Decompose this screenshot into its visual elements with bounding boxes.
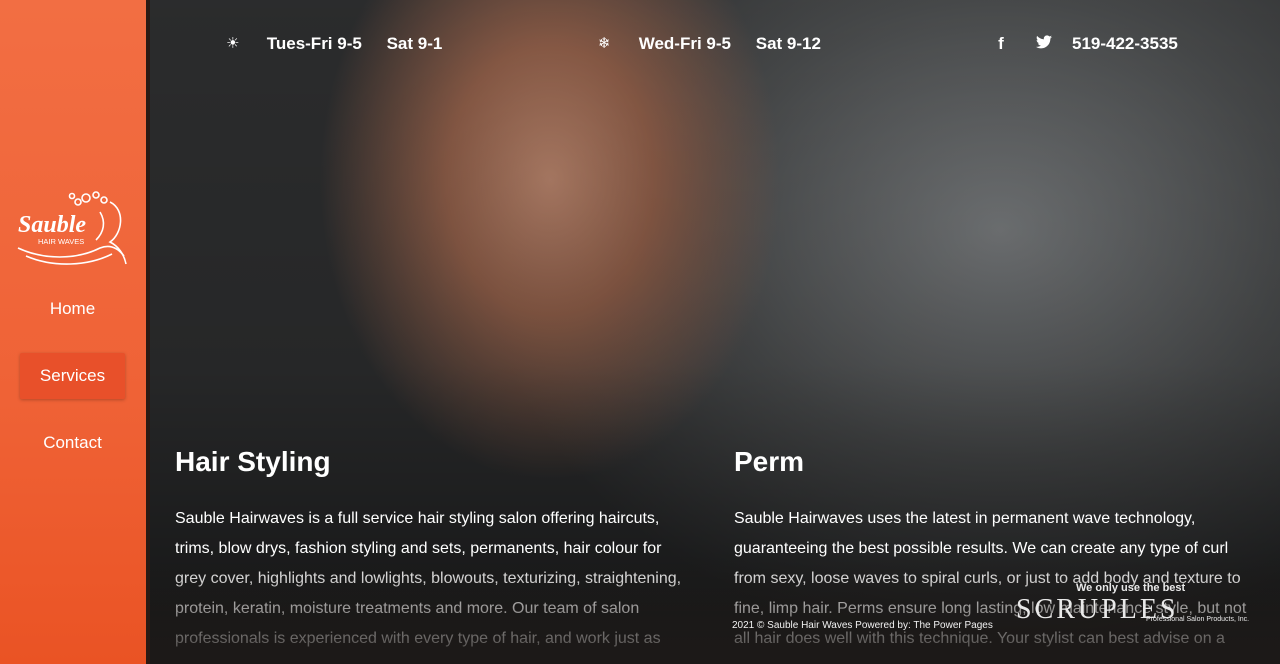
facebook-icon[interactable]: f — [992, 34, 1010, 54]
summer-saturday-hours: Sat 9-1 — [386, 34, 443, 53]
nav-services[interactable]: Services — [20, 353, 125, 399]
phone-number[interactable]: 519-422-3535 — [1072, 34, 1178, 54]
info-bar: ☀ Tues-Fri 9-5 Sat 9-1 ❄ Wed-Fri 9-5 Sat… — [150, 30, 1280, 60]
scruples-brand-logo: We only use the best SCRUPLES Profession… — [1016, 580, 1256, 630]
snowflake-icon: ❄ — [598, 35, 611, 52]
sun-icon: ☀ — [226, 35, 240, 52]
hero-section: ☀ Tues-Fri 9-5 Sat 9-1 ❄ Wed-Fri 9-5 Sat… — [150, 0, 1280, 664]
summer-hours: ☀ Tues-Fri 9-5 Sat 9-1 — [226, 34, 442, 54]
main-nav: Home Services Contact — [0, 286, 146, 487]
logo-subtext: HAIR WAVES — [38, 237, 84, 246]
nav-home[interactable]: Home — [20, 286, 125, 332]
brand-tagline: We only use the best — [1076, 582, 1186, 594]
brand-subtext: Professional Salon Products, Inc. — [1146, 616, 1250, 623]
social-links: f — [992, 34, 1073, 54]
sidebar: Sauble HAIR WAVES Home Services Contact — [0, 0, 150, 664]
winter-weekday-hours: Wed-Fri 9-5 — [638, 34, 731, 53]
sauble-hair-waves-logo[interactable]: Sauble HAIR WAVES — [14, 186, 132, 270]
nav-contact[interactable]: Contact — [20, 420, 125, 466]
service-title: Perm — [734, 446, 805, 477]
summer-weekday-hours: Tues-Fri 9-5 — [266, 34, 362, 53]
winter-saturday-hours: Sat 9-12 — [755, 34, 821, 53]
winter-hours: ❄ Wed-Fri 9-5 Sat 9-12 — [598, 34, 821, 54]
logo-text: Sauble — [18, 212, 86, 238]
footer-copyright[interactable]: 2021 © Sauble Hair Waves Powered by: The… — [732, 620, 993, 631]
service-title: Hair Styling — [175, 446, 331, 477]
twitter-icon[interactable] — [1035, 34, 1053, 54]
